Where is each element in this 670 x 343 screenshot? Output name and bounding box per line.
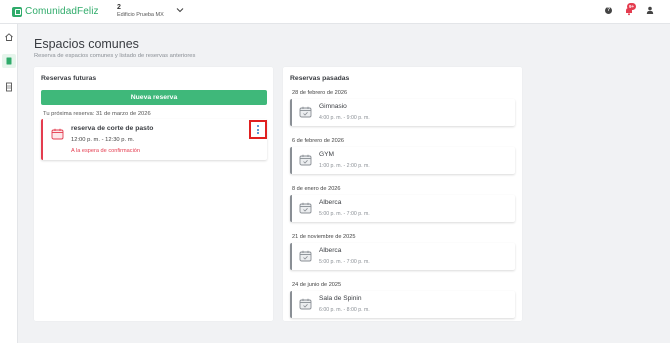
- reservation-title: reserva de corte de pasto: [71, 125, 154, 132]
- past-reservations-title: Reservas pasadas: [290, 75, 350, 82]
- home-icon: [5, 33, 13, 41]
- sidebar: [0, 24, 18, 343]
- common-spaces-icon: [6, 57, 12, 65]
- new-reservation-button[interactable]: Nueva reserva: [41, 90, 267, 105]
- past-reservation-time: 5:00 p. m. - 7:00 p. m.: [319, 211, 370, 217]
- page-subtitle: Reserva de espacios comunes y listado de…: [34, 53, 196, 59]
- notifications-button[interactable]: 9+: [624, 3, 637, 16]
- calendar-icon: [299, 298, 312, 310]
- building-selector[interactable]: 2 Edificio Prueba MX: [117, 4, 164, 19]
- sidebar-item-building[interactable]: [2, 80, 16, 94]
- past-reservation-name: Alberca: [319, 199, 342, 206]
- past-reservation-item[interactable]: Gimnasio 4:00 p. m. - 9:00 p. m.: [290, 99, 515, 126]
- past-reservation-time: 5:00 p. m. - 7:00 p. m.: [319, 259, 370, 265]
- past-reservation-name: Sala de Spinin: [319, 295, 362, 302]
- app-logo[interactable]: ComunidadFeliz: [12, 6, 99, 17]
- past-reservation-name: Gimnasio: [319, 103, 347, 110]
- past-reservation-time: 1:00 p. m. - 2:00 p. m.: [319, 163, 370, 169]
- logo-icon: [12, 6, 22, 17]
- user-icon[interactable]: [646, 6, 654, 14]
- calendar-icon: [51, 128, 64, 140]
- sidebar-item-common-spaces[interactable]: [2, 54, 16, 68]
- calendar-icon: [299, 202, 312, 214]
- top-actions: ? 9+: [605, 3, 654, 16]
- app-name: ComunidadFeliz: [25, 6, 99, 17]
- calendar-icon: [299, 154, 312, 166]
- calendar-icon: [299, 106, 312, 118]
- past-reservation-time: 4:00 p. m. - 9:00 p. m.: [319, 115, 370, 121]
- building-number: 2: [117, 4, 121, 11]
- more-options-button[interactable]: [249, 120, 267, 139]
- past-reservation-date: 28 de febrero de 2026: [292, 90, 348, 96]
- page-title: Espacios comunes: [34, 37, 139, 51]
- future-reservations-title: Reservas futuras: [41, 75, 97, 82]
- top-bar: ComunidadFeliz 2 Edificio Prueba MX ? 9+: [0, 0, 670, 24]
- past-reservation-date: 6 de febrero de 2026: [292, 138, 344, 144]
- building-icon: [6, 82, 12, 92]
- more-options-icon: [257, 125, 259, 127]
- sidebar-item-home[interactable]: [2, 30, 16, 44]
- past-reservation-time: 6:00 p. m. - 8:00 p. m.: [319, 307, 370, 313]
- upcoming-reservation-card[interactable]: reserva de corte de pasto 12:00 p. m. - …: [41, 119, 267, 160]
- notifications-badge: 9+: [627, 3, 637, 10]
- more-options-icon: [257, 132, 259, 134]
- help-icon[interactable]: ?: [605, 6, 612, 14]
- past-reservation-item[interactable]: Alberca 5:00 p. m. - 7:00 p. m.: [290, 195, 515, 222]
- past-reservation-date: 24 de junio de 2025: [292, 282, 342, 288]
- reservation-status: A la espera de confirmación: [71, 148, 141, 154]
- past-reservation-name: GYM: [319, 151, 335, 158]
- chevron-down-icon[interactable]: [176, 7, 184, 13]
- building-name: Edificio Prueba MX: [117, 12, 164, 18]
- past-reservation-item[interactable]: Sala de Spinin 6:00 p. m. - 8:00 p. m.: [290, 291, 515, 318]
- future-reservations-card: [34, 67, 273, 321]
- past-reservation-date: 8 de enero de 2026: [292, 186, 341, 192]
- calendar-icon: [299, 250, 312, 262]
- past-reservation-item[interactable]: Alberca 5:00 p. m. - 7:00 p. m.: [290, 243, 515, 270]
- next-reservation-label: Tu próxima reserva: 31 de marzo de 2026: [43, 111, 151, 117]
- reservation-time: 12:00 p. m. - 12:30 p. m.: [71, 137, 135, 143]
- past-reservation-date: 21 de noviembre de 2025: [292, 234, 356, 240]
- past-reservation-name: Alberca: [319, 247, 342, 254]
- past-reservation-item[interactable]: GYM 1:00 p. m. - 2:00 p. m.: [290, 147, 515, 174]
- more-options-icon: [257, 128, 259, 131]
